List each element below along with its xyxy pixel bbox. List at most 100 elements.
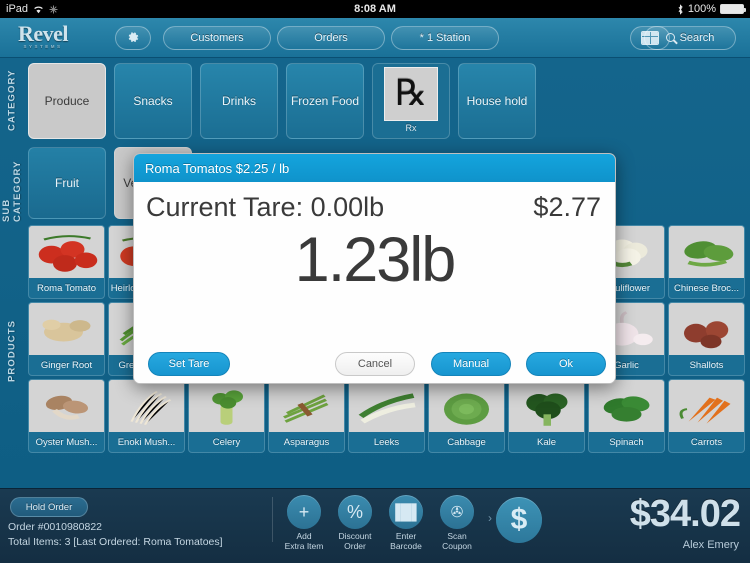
product-tile[interactable]: Enoki Mush...	[108, 379, 185, 453]
action-add-extra-item[interactable]: + Add Extra Item	[282, 495, 326, 552]
ios-status-bar: iPad 8:08 AM 100%	[0, 0, 750, 18]
action-label: Enter Barcode	[390, 531, 422, 551]
product-name: Asparagus	[283, 436, 330, 448]
cancel-button[interactable]: Cancel	[335, 352, 415, 376]
manual-button[interactable]: Manual	[431, 352, 511, 376]
hold-order-button[interactable]: Hold Order	[10, 497, 88, 517]
top-navbar: Revel SYSTEMS Customers Orders * 1 Stati…	[0, 18, 750, 58]
product-name: Ginger Root	[40, 359, 93, 371]
scale-weight-dialog: Roma Tomatos $2.25 / lb Current Tare: 0.…	[133, 153, 616, 384]
product-thumbnail	[669, 303, 744, 355]
subcategory-tile-fruit[interactable]: Fruit	[28, 147, 106, 219]
product-thumbnail	[109, 380, 184, 432]
product-tile[interactable]: Chinese Broc...	[668, 225, 745, 299]
product-name: Cabbage	[447, 436, 486, 448]
search-label: Search	[679, 31, 715, 44]
action-scan-coupon[interactable]: ✇ Scan Coupon	[435, 495, 479, 552]
product-name: Roma Tomato	[37, 282, 96, 294]
product-thumbnail	[29, 303, 104, 355]
gear-icon	[127, 31, 140, 44]
product-tile[interactable]: Carrots	[668, 379, 745, 453]
rail-label-products: PRODUCTS	[6, 319, 18, 383]
product-tile[interactable]: Oyster Mush...	[28, 379, 105, 453]
category-tile-produce[interactable]: Produce	[28, 63, 106, 139]
category-tile-label: Produce	[44, 93, 90, 108]
product-name: Kale	[536, 436, 556, 448]
order-total: $34.02	[629, 493, 741, 535]
product-thumbnail	[669, 226, 744, 278]
product-thumbnail	[589, 380, 664, 432]
product-name: Enoki Mush...	[117, 436, 176, 448]
order-number: Order #0010980822	[8, 521, 102, 533]
action-buttons: + Add Extra Item% Discount Order ▐█▌ Enter Barc…	[282, 495, 479, 552]
product-name: Oyster Mush...	[35, 436, 98, 448]
orders-button[interactable]: Orders	[277, 25, 385, 50]
ok-button[interactable]: Ok	[526, 352, 606, 376]
plus-icon: +	[287, 495, 321, 529]
product-tile[interactable]: Asparagus	[268, 379, 345, 453]
percent-icon: %	[338, 495, 372, 529]
product-thumbnail	[509, 380, 584, 432]
action-label: Discount Order	[338, 531, 372, 551]
subcategory-tile-label: Fruit	[55, 176, 79, 190]
product-thumbnail	[29, 380, 104, 432]
settings-button[interactable]	[115, 25, 151, 50]
rx-symbol-icon: ℞	[384, 67, 438, 121]
product-tile[interactable]: Kale	[508, 379, 585, 453]
barcode-icon: ▐█▌	[389, 495, 423, 529]
product-tile[interactable]: Celery	[188, 379, 265, 453]
chevron-right-icon: ›	[488, 511, 492, 525]
order-info: Order #0010980822 Total Items: 3 [Last O…	[8, 520, 223, 550]
product-thumbnail	[269, 380, 344, 432]
order-summary: Total Items: 3 [Last Ordered: Roma Tomat…	[8, 536, 223, 549]
product-name: Celery	[212, 436, 241, 448]
logo-subtext: SYSTEMS	[23, 44, 63, 49]
pay-button[interactable]: $	[496, 497, 542, 543]
action-enter-barcode[interactable]: ▐█▌ Enter Barcode	[384, 495, 428, 552]
weight-reading: 1.23lb	[294, 225, 457, 295]
product-tile[interactable]: Cabbage	[428, 379, 505, 453]
product-thumbnail	[29, 226, 104, 278]
category-tile-drinks[interactable]: Drinks	[200, 63, 278, 139]
action-label: Scan Coupon	[442, 531, 472, 551]
search-icon	[665, 33, 675, 42]
product-name: Chinese Broc...	[674, 282, 739, 294]
product-thumbnail	[349, 380, 424, 432]
category-tile-snacks[interactable]: Snacks	[114, 63, 192, 139]
product-name: Shallots	[689, 359, 724, 371]
set-tare-button[interactable]: Set Tare	[148, 352, 230, 376]
station-button[interactable]: * 1 Station	[391, 25, 499, 50]
product-tile[interactable]: Leeks	[348, 379, 425, 453]
product-tile[interactable]: Spinach	[588, 379, 665, 453]
product-name: Leeks	[373, 436, 400, 448]
product-tile[interactable]: Ginger Root	[28, 302, 105, 376]
category-tile-label: Snacks	[133, 93, 173, 108]
pos-screen: iPad 8:08 AM 100% Revel SYSTEMS Customer…	[0, 0, 750, 563]
product-tile[interactable]: Shallots	[668, 302, 745, 376]
bluetooth-icon	[678, 3, 683, 15]
category-tile-frozen-food[interactable]: Frozen Food	[286, 63, 364, 139]
current-tare-label: Current Tare: 0.00lb	[146, 192, 385, 222]
category-tile-label: Rx	[405, 123, 417, 133]
dialog-body: Current Tare: 0.00lb $2.77 1.23lb Set Ta…	[134, 182, 615, 383]
coupon-icon: ✇	[440, 495, 474, 529]
cashier-name: Alex Emery	[682, 539, 739, 551]
bottom-divider	[272, 497, 273, 542]
battery-icon	[720, 4, 746, 14]
revel-logo: Revel SYSTEMS	[18, 21, 69, 49]
computed-price: $2.77	[533, 192, 601, 222]
action-label: Add Extra Item	[284, 531, 324, 551]
product-thumbnail	[189, 380, 264, 432]
search-button[interactable]: Search	[644, 25, 736, 50]
product-tile[interactable]: Roma Tomato	[28, 225, 105, 299]
battery-percent: 100%	[687, 3, 716, 15]
action-discount-order[interactable]: % Discount Order	[333, 495, 377, 552]
category-tile-label: Frozen Food	[290, 93, 360, 108]
category-tile-label: Drinks	[221, 93, 256, 108]
clock: 8:08 AM	[354, 3, 396, 15]
customers-button[interactable]: Customers	[163, 25, 271, 50]
product-name: Carrots	[690, 436, 723, 448]
category-tile-rx[interactable]: ℞ Rx	[372, 63, 450, 139]
category-tile-house-hold[interactable]: House hold	[458, 63, 536, 139]
category-row: Produce Snacks Drinks Frozen Food ℞ Rx House h…	[28, 63, 536, 139]
